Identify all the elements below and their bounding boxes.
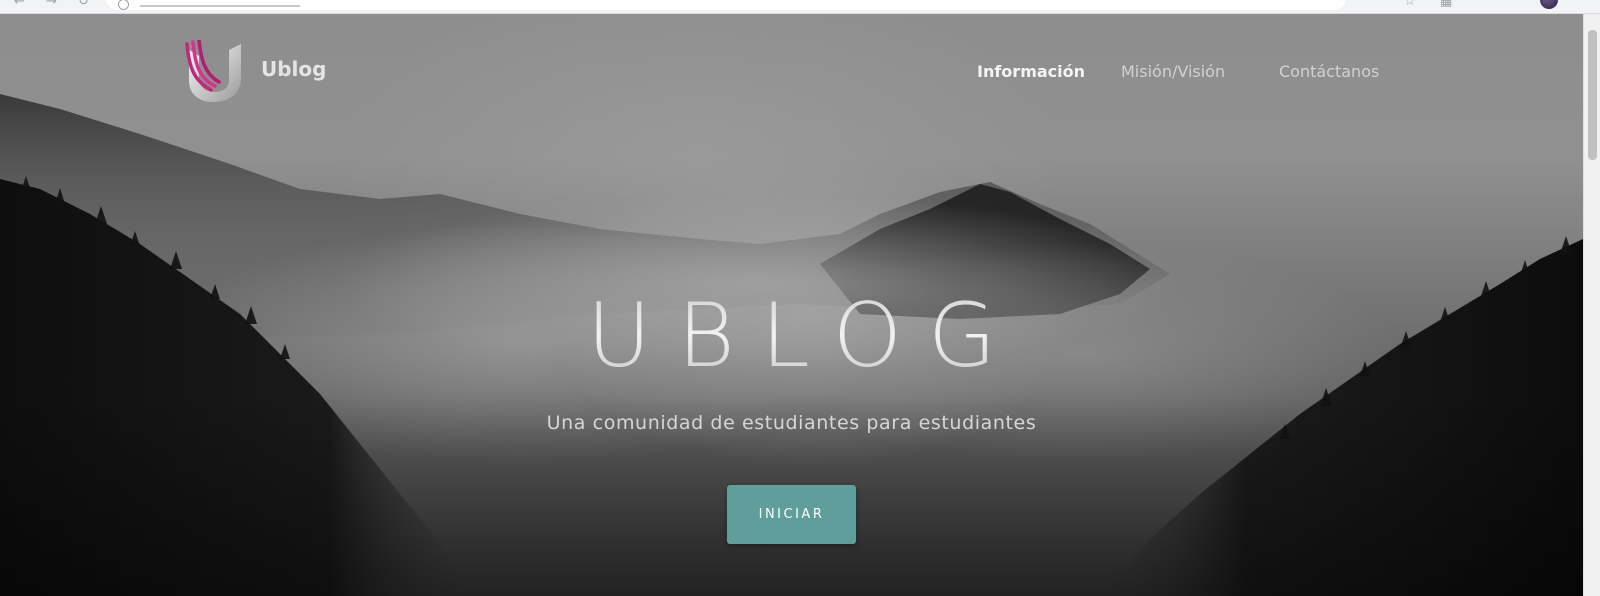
address-bar[interactable]: [106, 0, 1346, 10]
scrollbar-thumb[interactable]: [1588, 30, 1597, 160]
main-nav: Información Misión/Visión Contáctanos: [0, 62, 1583, 86]
url-text: [140, 5, 300, 7]
browser-toolbar: ← → ↻ ☆ ▦: [0, 0, 1600, 14]
hero-title: UBLOG: [0, 286, 1583, 386]
star-icon[interactable]: ☆: [1404, 0, 1416, 9]
nav-item-informacion[interactable]: Información: [977, 62, 1085, 81]
reload-icon[interactable]: ↻: [78, 0, 89, 9]
nav-item-contactanos[interactable]: Contáctanos: [1279, 62, 1379, 81]
hero-section: Ublog Información Misión/Visión Contácta…: [0, 14, 1583, 596]
extensions-icon[interactable]: ▦: [1440, 0, 1452, 9]
forward-arrow-icon[interactable]: →: [46, 0, 57, 9]
hero-subtitle: Una comunidad de estudiantes para estudi…: [546, 412, 1037, 434]
nav-item-mision-vision[interactable]: Misión/Visión: [1121, 62, 1225, 81]
page-scrollbar[interactable]: [1583, 14, 1600, 596]
profile-avatar-icon[interactable]: [1540, 0, 1558, 9]
back-arrow-icon[interactable]: ←: [14, 0, 25, 9]
site-info-icon[interactable]: [118, 0, 129, 10]
start-button[interactable]: INICIAR: [727, 485, 856, 544]
